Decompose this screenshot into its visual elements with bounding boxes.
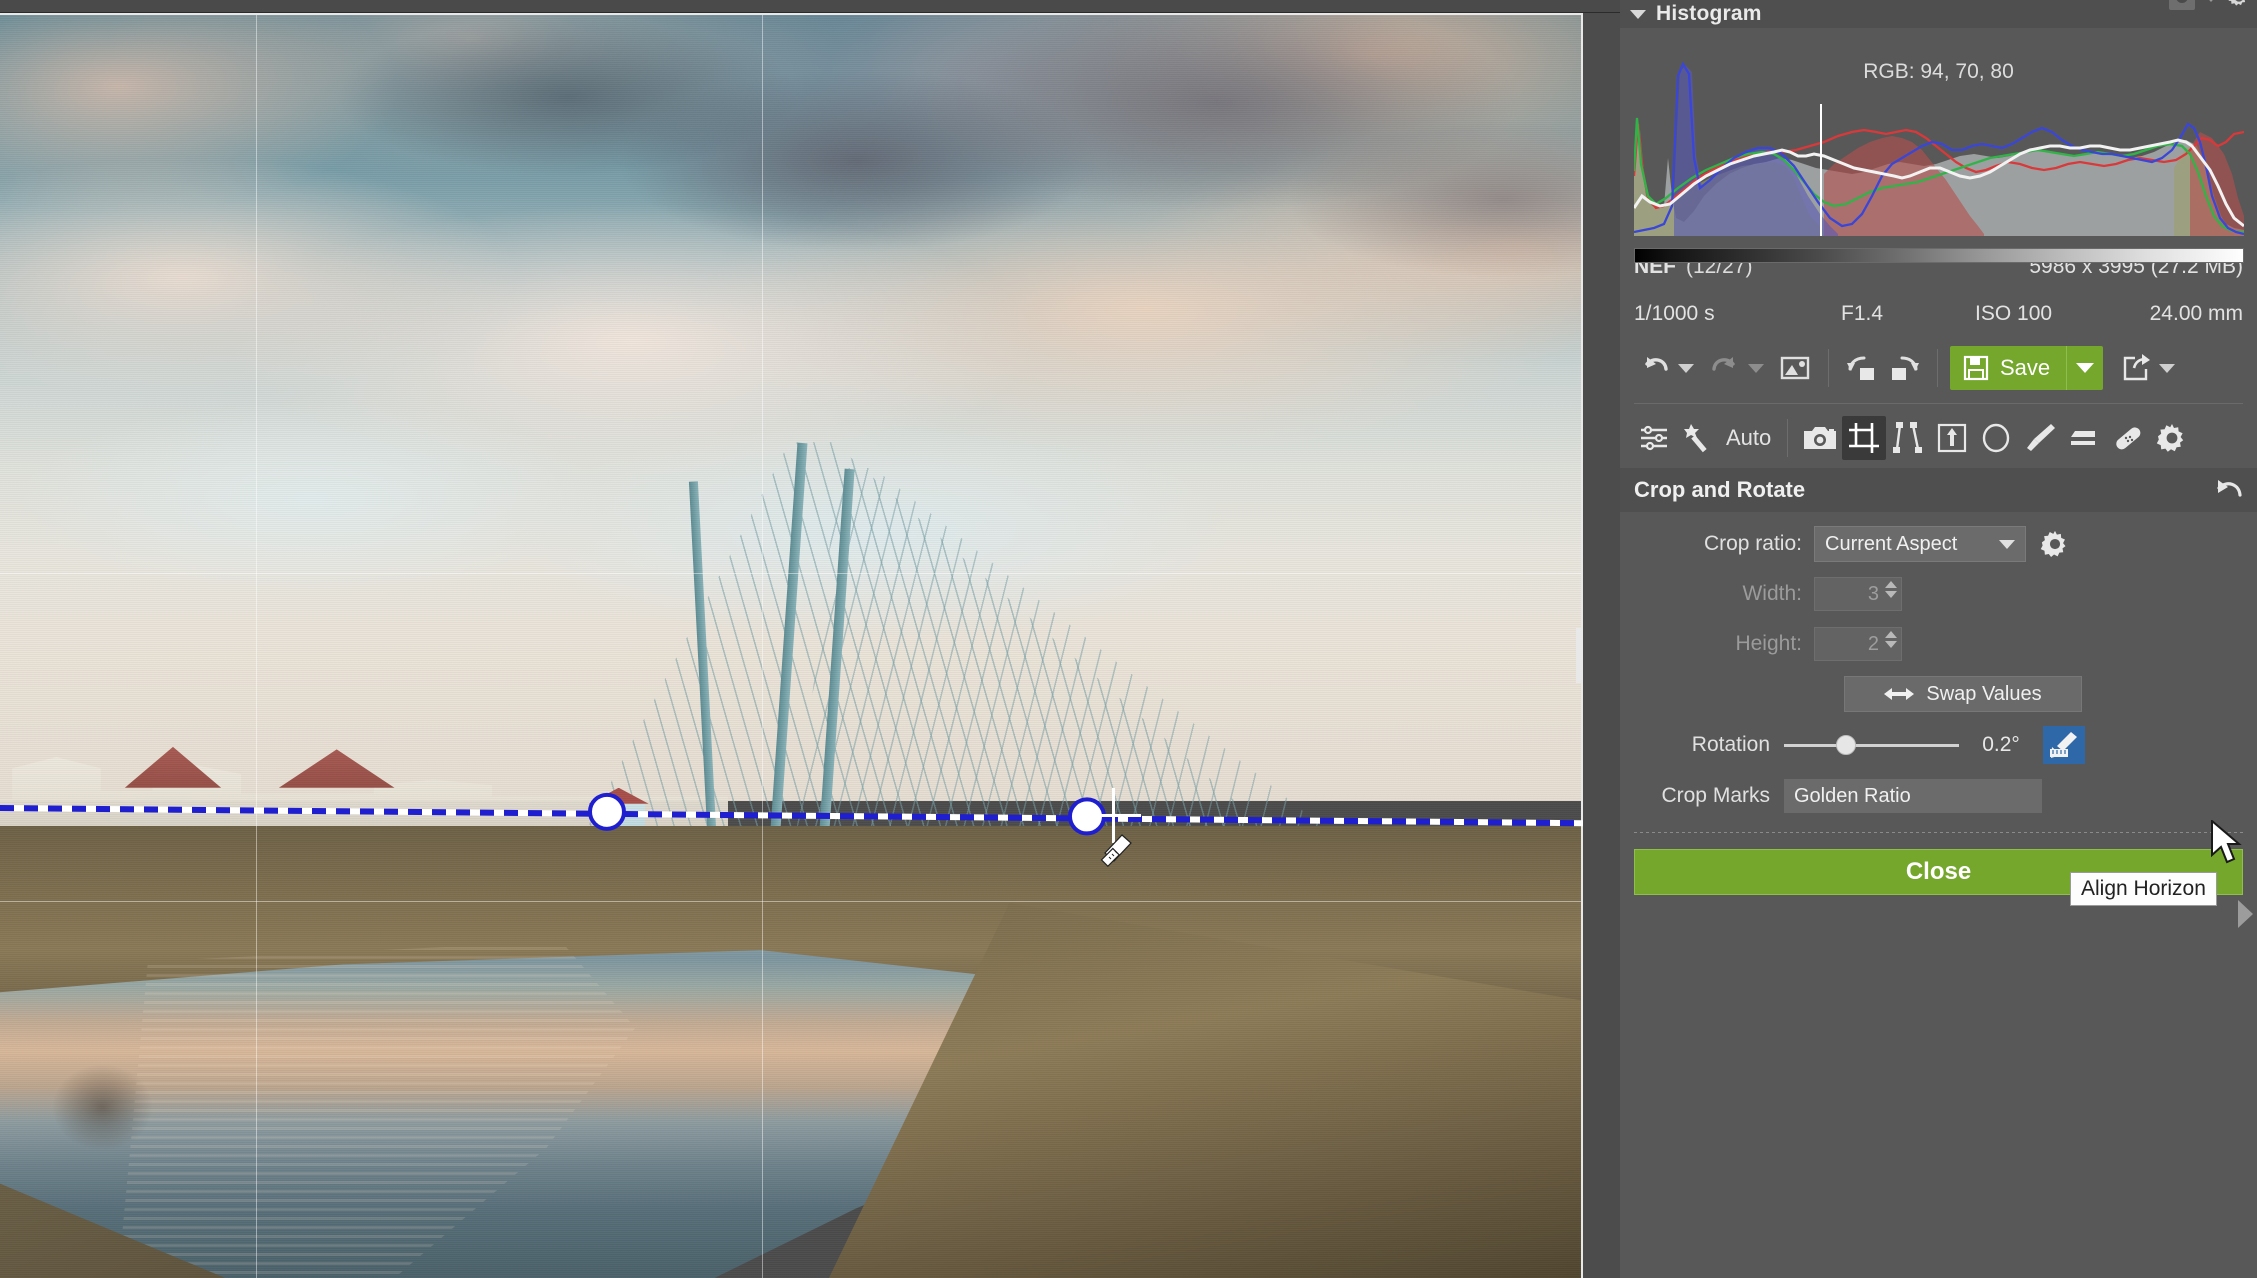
crop-ratio-row: Crop ratio: Current Aspect bbox=[1634, 522, 2243, 566]
rotation-slider-knob[interactable] bbox=[1836, 735, 1856, 755]
swap-row: Swap Values bbox=[1634, 672, 2243, 716]
undo-icon[interactable] bbox=[1634, 347, 1676, 389]
photo-image bbox=[0, 13, 1583, 1278]
tooltip: Align Horizon bbox=[2070, 872, 2217, 906]
panel-dotted-divider bbox=[1634, 832, 2243, 833]
export-menu-chevron-down-icon[interactable] bbox=[2159, 364, 2175, 373]
tools-divider bbox=[1787, 419, 1788, 457]
width-value: 3 bbox=[1868, 583, 1879, 606]
main-action-toolbar: Save bbox=[1620, 337, 2257, 399]
photo-editor-window: Histogram RGB: 94, 70, 80 bbox=[0, 0, 2257, 1278]
crop-ratio-settings-gear-icon[interactable] bbox=[2040, 529, 2070, 559]
crop-ratio-select[interactable]: Current Aspect bbox=[1814, 526, 2026, 562]
crop-marks-label: Crop Marks bbox=[1634, 784, 1784, 808]
chevron-right-icon[interactable] bbox=[2238, 900, 2253, 928]
redo-menu-chevron-down-icon[interactable] bbox=[1748, 364, 1764, 373]
exif-aperture: F1.4 bbox=[1841, 302, 1975, 326]
rotation-row: Rotation 0.2° bbox=[1634, 722, 2243, 768]
export-icon[interactable] bbox=[2115, 347, 2157, 389]
healing-bandage-icon[interactable] bbox=[2106, 416, 2150, 460]
width-row: Width: 3 bbox=[1634, 572, 2243, 616]
exif-shutter: 1/1000 s bbox=[1634, 302, 1841, 326]
align-horizon-ruler-icon bbox=[2049, 731, 2079, 759]
bare-tree bbox=[6, 1005, 199, 1261]
camera-icon[interactable] bbox=[1798, 416, 1842, 460]
perspective-icon[interactable] bbox=[1886, 416, 1930, 460]
save-button-label: Save bbox=[2000, 355, 2050, 381]
align-horizon-button[interactable] bbox=[2043, 726, 2085, 764]
save-button-main[interactable]: Save bbox=[1950, 346, 2066, 390]
rotate-right-icon[interactable] bbox=[1883, 347, 1925, 389]
crop-icon[interactable] bbox=[1842, 416, 1886, 460]
crop-panel-title: Crop and Rotate bbox=[1634, 477, 1805, 503]
histogram-section: RGB: 94, 70, 80 bbox=[1620, 28, 2257, 243]
swap-arrows-icon bbox=[1884, 685, 1914, 703]
photo-viewport[interactable] bbox=[0, 13, 1583, 1278]
crop-marks-select[interactable]: Golden Ratio bbox=[1784, 779, 2042, 813]
undo-menu-chevron-down-icon[interactable] bbox=[1678, 364, 1694, 373]
image-compare-icon[interactable] bbox=[1774, 347, 1816, 389]
crop-panel-header: Crop and Rotate bbox=[1620, 468, 2257, 512]
width-stepper[interactable]: 3 bbox=[1814, 577, 1902, 611]
crop-form: Crop ratio: Current Aspect Width: 3 bbox=[1620, 512, 2257, 818]
adjustments-sliders-icon[interactable] bbox=[1632, 416, 1676, 460]
chevron-down-icon[interactable] bbox=[2203, 0, 2219, 2]
rotation-label: Rotation bbox=[1634, 733, 1784, 757]
right-side-panel: Histogram RGB: 94, 70, 80 bbox=[1620, 0, 2257, 1278]
snapshot-icon[interactable] bbox=[2169, 0, 2195, 10]
gradient-icon[interactable] bbox=[2062, 416, 2106, 460]
edit-tools-toolbar: Auto bbox=[1620, 408, 2257, 468]
toolbar-divider-2 bbox=[1937, 349, 1938, 387]
height-label: Height: bbox=[1634, 632, 1814, 656]
histogram-header[interactable]: Histogram bbox=[1620, 0, 2257, 28]
brush-icon[interactable] bbox=[2018, 416, 2062, 460]
caret-down-icon[interactable] bbox=[1630, 10, 1646, 19]
magic-wand-icon[interactable] bbox=[1676, 416, 1720, 460]
gear-icon[interactable] bbox=[2227, 0, 2251, 9]
exif-row: 1/1000 s F1.4 ISO 100 24.00 mm bbox=[1634, 291, 2243, 337]
top-toolbar-strip bbox=[0, 0, 1620, 13]
ellipse-icon[interactable] bbox=[1974, 416, 2018, 460]
width-stepper-arrows[interactable] bbox=[1885, 581, 1897, 598]
rotate-left-icon[interactable] bbox=[1841, 347, 1883, 389]
reset-arrow-icon[interactable] bbox=[2211, 476, 2243, 504]
rotation-slider[interactable] bbox=[1784, 733, 1959, 757]
save-button[interactable]: Save bbox=[1950, 346, 2103, 390]
save-menu-chevron-down-icon[interactable] bbox=[2067, 346, 2103, 390]
exif-focal-length: 24.00 mm bbox=[2121, 302, 2243, 326]
height-stepper[interactable]: 2 bbox=[1814, 627, 1902, 661]
toolbar-separator bbox=[1634, 403, 2243, 404]
histogram-tonal-gradient bbox=[1634, 248, 2244, 263]
crop-marks-value: Golden Ratio bbox=[1794, 785, 1911, 808]
exif-iso: ISO 100 bbox=[1975, 302, 2121, 326]
histogram-chart bbox=[1634, 46, 2244, 236]
crop-marks-row: Crop Marks Golden Ratio bbox=[1634, 774, 2243, 818]
height-value: 2 bbox=[1868, 633, 1879, 656]
redo-icon[interactable] bbox=[1704, 347, 1746, 389]
floppy-save-icon bbox=[1962, 354, 1990, 382]
gear-icon[interactable] bbox=[2150, 416, 2194, 460]
rotation-slider-track bbox=[1784, 744, 1959, 747]
height-row: Height: 2 bbox=[1634, 622, 2243, 666]
swap-values-label: Swap Values bbox=[1926, 683, 2041, 706]
width-label: Width: bbox=[1634, 582, 1814, 606]
histogram-plot-box: RGB: 94, 70, 80 bbox=[1620, 28, 2257, 243]
image-canvas-area[interactable] bbox=[0, 13, 1620, 1278]
swap-values-button[interactable]: Swap Values bbox=[1844, 676, 2082, 712]
rotation-value: 0.2° bbox=[1959, 733, 2043, 757]
dark-cloud-region-2 bbox=[311, 13, 953, 263]
crop-ratio-label: Crop ratio: bbox=[1634, 532, 1814, 556]
auto-button-label[interactable]: Auto bbox=[1726, 425, 1771, 451]
chevron-down-icon[interactable] bbox=[1999, 540, 2015, 549]
crop-ratio-value: Current Aspect bbox=[1825, 533, 1957, 556]
text-icon[interactable] bbox=[1930, 416, 1974, 460]
histogram-title: Histogram bbox=[1656, 2, 1762, 26]
toolbar-divider-1 bbox=[1828, 349, 1829, 387]
histogram-header-icons bbox=[2169, 0, 2251, 10]
height-stepper-arrows[interactable] bbox=[1885, 631, 1897, 648]
